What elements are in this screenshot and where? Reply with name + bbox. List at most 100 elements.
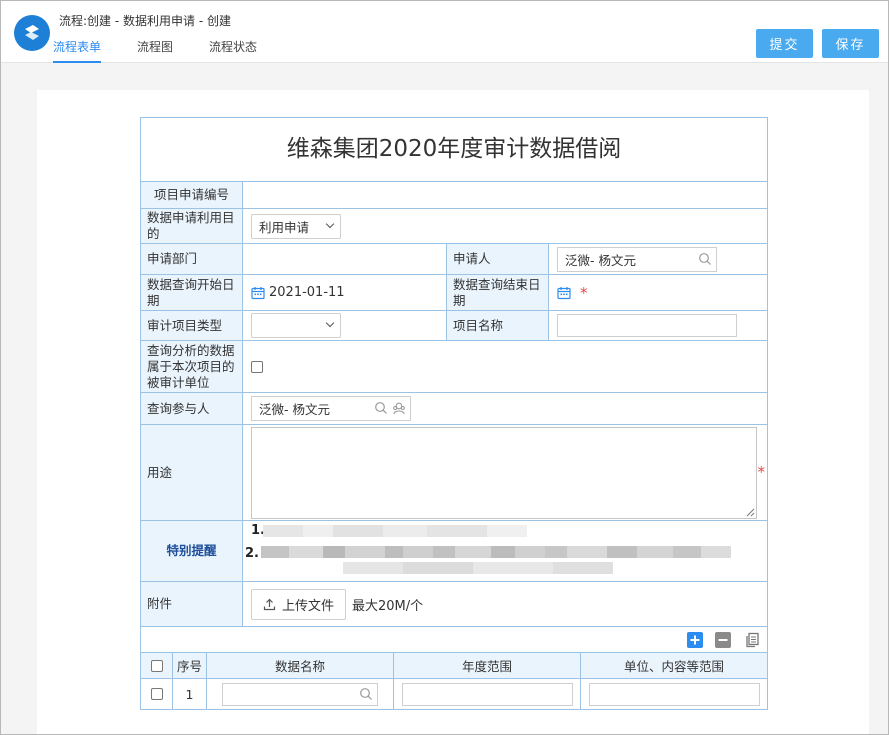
applicant-input[interactable]: 泛微- 杨文元 (557, 246, 717, 272)
tab-bar: 流程表单 流程图 流程状态 (53, 37, 293, 63)
attachment-cell: 上传文件 最大20M/个 (243, 582, 767, 626)
row-department-applicant: 申请部门 申请人 泛微- 杨文元 (141, 244, 767, 275)
top-bar: 流程:创建 - 数据利用申请 - 创建 流程表单 流程图 流程状态 提交 保存 (1, 1, 888, 63)
row-audit-project: 审计项目类型 项目名称 (141, 311, 767, 341)
upload-file-label: 上传文件 (282, 598, 335, 614)
applicant-value: 泛微- 杨文元 (565, 252, 636, 268)
audit-type-label: 审计项目类型 (141, 311, 243, 340)
year-range-cell (394, 679, 581, 709)
start-date-label: 数据查询开始日期 (141, 275, 243, 310)
window-title: 流程:创建 - 数据利用申请 - 创建 (59, 14, 231, 28)
notice-content: 1. 2. (243, 521, 767, 581)
audit-type-select[interactable] (251, 313, 341, 338)
participants-value: 泛微- 杨文元 (259, 402, 330, 417)
app-window: 流程:创建 - 数据利用申请 - 创建 流程表单 流程图 流程状态 提交 保存 … (0, 0, 889, 735)
purpose-cell: 利用申请 (243, 209, 767, 243)
notice-item-2-redacted-line2 (343, 562, 613, 574)
upload-size-note: 最大20M/个 (352, 598, 424, 614)
chevron-down-icon (325, 219, 335, 228)
attachment-label: 附件 (141, 582, 243, 626)
copy-row-icon[interactable] (744, 632, 760, 648)
participants-label: 查询参与人 (141, 393, 243, 424)
select-all-cell (141, 653, 173, 678)
applicant-cell: 泛微- 杨文元 (549, 244, 767, 274)
row-index: 1 (173, 679, 207, 709)
start-date-picker[interactable]: 2021-01-11 (251, 285, 345, 300)
row-participants: 查询参与人 泛微- 杨文元 (141, 393, 767, 425)
calendar-icon (557, 286, 571, 299)
request-form: 维森集团2020年度审计数据借阅 项目申请编号 数据申请利用目的 利用申请 申请… (140, 117, 768, 710)
usage-label: 用途 (141, 425, 243, 520)
row-belongs-unit: 查询分析的数据属于本次项目的被审计单位 (141, 341, 767, 393)
notice-item-2: 2. (245, 546, 259, 561)
required-mark: * (580, 283, 588, 302)
tab-flow-status[interactable]: 流程状态 (209, 37, 257, 63)
data-name-input[interactable] (222, 682, 378, 706)
purpose-select[interactable]: 利用申请 (251, 213, 341, 239)
start-date-value: 2021-01-11 (269, 285, 345, 300)
participants-cell: 泛微- 杨文元 (243, 393, 767, 424)
project-no-label: 项目申请编号 (141, 182, 243, 208)
submit-button[interactable]: 提交 (756, 29, 813, 58)
start-date-cell: 2021-01-11 (243, 275, 447, 310)
tab-flow-chart[interactable]: 流程图 (137, 37, 173, 63)
project-no-value (243, 182, 767, 208)
project-name-label: 项目名称 (447, 311, 549, 340)
row-checkbox[interactable] (150, 688, 163, 700)
data-name-cell (207, 679, 394, 709)
col-year-range: 年度范围 (394, 653, 581, 678)
chevron-down-icon (325, 318, 335, 328)
project-name-input[interactable] (557, 314, 737, 337)
participants-input[interactable]: 泛微- 杨文元 (251, 396, 411, 421)
col-index: 序号 (173, 653, 207, 678)
form-title: 维森集团2020年度审计数据借阅 (141, 118, 767, 182)
search-icon[interactable] (359, 687, 373, 701)
year-range-input[interactable] (401, 682, 573, 706)
upload-file-button[interactable]: 上传文件 (251, 588, 347, 620)
applicant-label: 申请人 (447, 244, 549, 274)
calendar-icon (251, 286, 265, 299)
belongs-unit-label: 查询分析的数据属于本次项目的被审计单位 (141, 341, 243, 392)
col-data-name: 数据名称 (207, 653, 394, 678)
usage-cell: * (243, 425, 767, 520)
usage-textarea[interactable] (251, 426, 757, 519)
purpose-label: 数据申请利用目的 (141, 209, 243, 243)
detail-table-header: 序号 数据名称 年度范围 单位、内容等范围 (141, 653, 767, 679)
detail-toolbar (141, 627, 767, 653)
row-attachment: 附件 上传文件 最大20M/个 (141, 582, 767, 627)
scope-cell (581, 679, 767, 709)
row-notice: 特别提醒 1. 2. (141, 521, 767, 582)
end-date-picker[interactable] (557, 286, 575, 300)
add-row-icon[interactable] (687, 632, 703, 648)
row-select-cell (141, 679, 173, 709)
required-mark: * (757, 463, 766, 481)
delete-row-icon[interactable] (715, 632, 731, 648)
row-usage: 用途 * (141, 425, 767, 521)
department-value (243, 244, 447, 274)
notice-item-2-redacted (261, 546, 731, 558)
notice-label: 特别提醒 (141, 521, 243, 581)
org-picker-icon[interactable] (392, 401, 406, 415)
select-all-checkbox[interactable] (150, 659, 163, 672)
resize-handle-icon[interactable] (746, 508, 755, 517)
row-dates: 数据查询开始日期 2021-01-11 数据查询结束日期 * (141, 275, 767, 311)
app-logo-icon (14, 15, 50, 51)
upload-icon (263, 598, 276, 610)
table-row: 1 (141, 679, 767, 709)
search-icon[interactable] (374, 401, 388, 415)
purpose-select-value: 利用申请 (259, 219, 310, 235)
row-purpose: 数据申请利用目的 利用申请 (141, 209, 767, 244)
end-date-label: 数据查询结束日期 (447, 275, 549, 310)
search-icon[interactable] (698, 252, 712, 266)
belongs-unit-cell (243, 341, 767, 392)
department-label: 申请部门 (141, 244, 243, 274)
belongs-unit-checkbox[interactable] (251, 360, 263, 373)
col-scope: 单位、内容等范围 (623, 659, 724, 674)
row-project-no: 项目申请编号 (141, 182, 767, 209)
end-date-cell: * (549, 275, 767, 310)
tab-flow-form[interactable]: 流程表单 (53, 37, 102, 63)
scope-input[interactable] (588, 682, 760, 706)
project-name-cell (549, 311, 767, 340)
form-sheet: 维森集团2020年度审计数据借阅 项目申请编号 数据申请利用目的 利用申请 申请… (37, 90, 869, 734)
save-button[interactable]: 保存 (822, 29, 879, 58)
